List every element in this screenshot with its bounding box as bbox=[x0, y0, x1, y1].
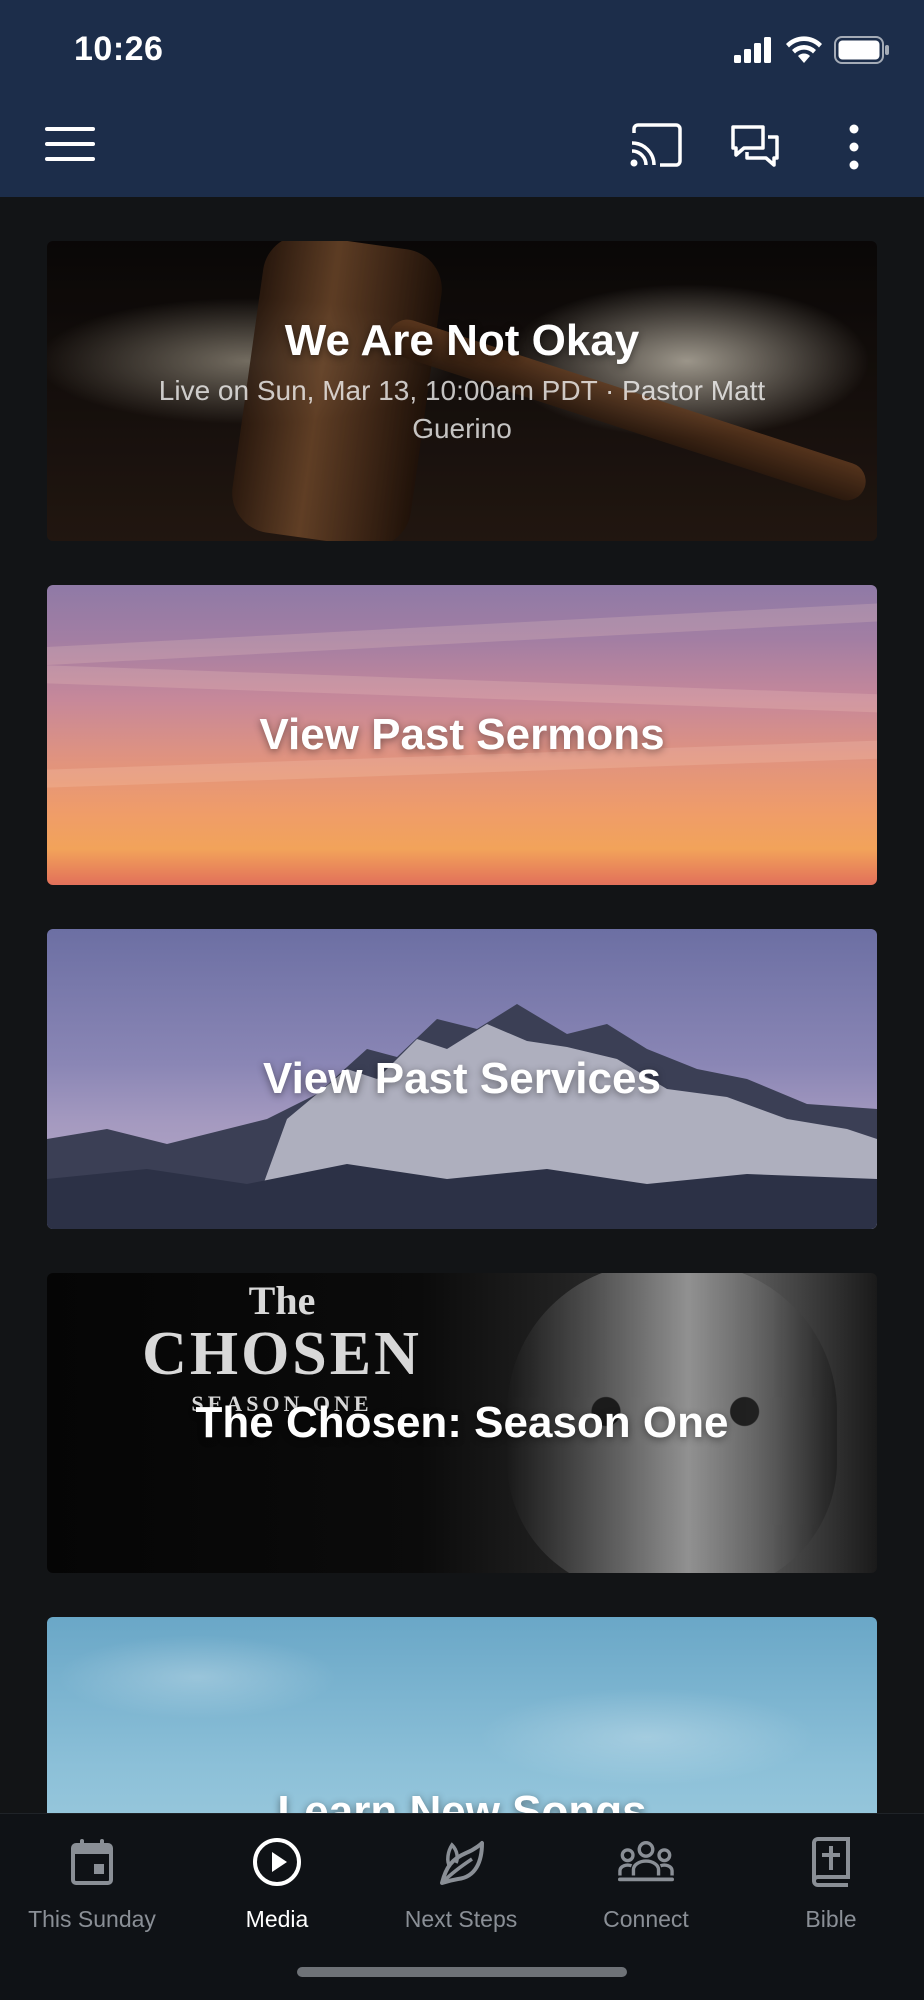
media-card-past-sermons[interactable]: View Past Sermons bbox=[47, 585, 877, 885]
card-title: Learn New Songs bbox=[277, 1787, 647, 1813]
tab-label: Bible bbox=[805, 1906, 857, 1932]
status-icons bbox=[734, 36, 890, 69]
calendar-icon bbox=[64, 1834, 120, 1890]
tab-this-sunday[interactable]: This Sunday bbox=[12, 1834, 172, 1944]
water-image bbox=[47, 1617, 877, 1813]
media-screen: 10:26 We Are Not Okay Live on Sun, Mar 1… bbox=[0, 0, 924, 2000]
chat-icon[interactable] bbox=[728, 122, 782, 170]
more-vertical-icon[interactable] bbox=[840, 122, 868, 172]
cellular-signal-icon bbox=[734, 37, 774, 68]
bible-icon bbox=[803, 1834, 859, 1890]
media-card-learn-songs[interactable]: Learn New Songs bbox=[47, 1617, 877, 1813]
tab-label: Connect bbox=[603, 1906, 689, 1932]
media-card-past-services[interactable]: View Past Services bbox=[47, 929, 877, 1229]
card-title: View Past Sermons bbox=[259, 710, 665, 759]
tab-label: Next Steps bbox=[404, 1906, 518, 1932]
tab-label: This Sunday bbox=[28, 1906, 156, 1932]
card-title: We Are Not Okay bbox=[284, 316, 640, 365]
tab-bible[interactable]: Bible bbox=[751, 1834, 911, 1944]
card-title: The Chosen: Season One bbox=[195, 1398, 729, 1447]
app-header: 10:26 bbox=[0, 0, 924, 197]
media-card-live-sermon[interactable]: We Are Not Okay Live on Sun, Mar 13, 10:… bbox=[47, 241, 877, 541]
tab-connect[interactable]: Connect bbox=[566, 1834, 726, 1944]
card-subtitle: Live on Sun, Mar 13, 10:00am PDT · Pasto… bbox=[158, 375, 766, 444]
card-title: View Past Services bbox=[263, 1054, 661, 1103]
tab-media[interactable]: Media bbox=[197, 1834, 357, 1944]
tab-label: Media bbox=[245, 1906, 309, 1932]
home-indicator[interactable] bbox=[297, 1967, 627, 1977]
wifi-icon bbox=[786, 36, 822, 69]
battery-icon bbox=[834, 36, 890, 69]
hamburger-menu-icon[interactable] bbox=[44, 124, 96, 164]
play-circle-icon bbox=[249, 1834, 305, 1890]
tab-next-steps[interactable]: Next Steps bbox=[381, 1834, 541, 1944]
people-group-icon bbox=[618, 1834, 674, 1890]
leaf-icon bbox=[433, 1834, 489, 1890]
media-feed[interactable]: We Are Not Okay Live on Sun, Mar 13, 10:… bbox=[0, 197, 924, 1813]
cast-icon[interactable] bbox=[628, 122, 684, 168]
status-time: 10:26 bbox=[74, 30, 164, 68]
media-card-the-chosen[interactable]: The CHOSEN SEASON ONE The Chosen: Season… bbox=[47, 1273, 877, 1573]
